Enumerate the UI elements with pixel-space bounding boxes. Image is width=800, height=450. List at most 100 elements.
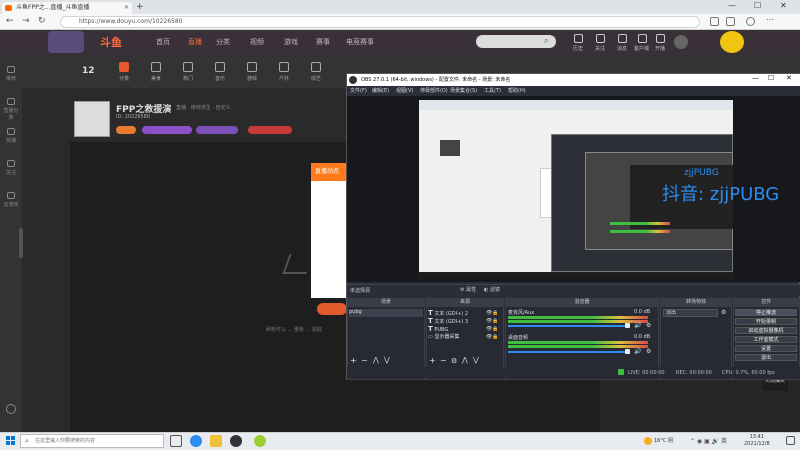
forward-icon[interactable]: → xyxy=(22,16,30,26)
app-icon[interactable] xyxy=(254,435,266,447)
back-icon[interactable]: ← xyxy=(6,16,14,26)
obs-menu-tools[interactable]: 工具(T) xyxy=(484,87,501,94)
scene-item[interactable]: pubg xyxy=(349,309,423,317)
source-down-button[interactable]: ⋁ xyxy=(473,356,479,364)
mascot-icon[interactable] xyxy=(720,31,744,53)
obs-close-button[interactable]: ✕ xyxy=(786,74,792,82)
desktop-volume-handle[interactable] xyxy=(625,349,630,354)
close-tab-icon[interactable]: ✕ xyxy=(124,2,129,14)
sidebar-item-hot[interactable]: 热播 xyxy=(2,128,20,144)
taskbar-search-input[interactable]: 在这里输入你要搜索的内容 xyxy=(20,434,164,448)
remove-source-button[interactable]: − xyxy=(440,356,447,365)
add-scene-button[interactable]: + xyxy=(350,356,357,365)
scene-down-button[interactable]: ⋁ xyxy=(384,356,390,364)
obs-menu-edit[interactable]: 编辑(E) xyxy=(372,87,389,94)
desktop-settings-icon[interactable]: ⚙ xyxy=(646,348,651,355)
nav-match[interactable]: 赛事 xyxy=(316,37,330,47)
maximize-button[interactable]: ☐ xyxy=(754,1,761,10)
sidebar-item-cloudgame[interactable]: 云游戏 xyxy=(2,192,20,208)
profile-icon[interactable] xyxy=(746,17,755,26)
nav-category[interactable]: 分类 xyxy=(216,37,230,47)
desktop-volume-slider[interactable] xyxy=(508,351,626,353)
sidebar-collapse-handle[interactable] xyxy=(19,228,23,258)
source-item-text2[interactable]: T 文本 (GDI+) 2 xyxy=(428,309,468,317)
nav-video[interactable]: 视频 xyxy=(250,37,264,47)
obs-minimize-button[interactable]: — xyxy=(752,74,759,82)
settings-button[interactable]: 设置 xyxy=(735,345,797,352)
remove-scene-button[interactable]: − xyxy=(361,356,368,365)
popup-action-button[interactable] xyxy=(317,303,347,315)
close-window-button[interactable]: ✕ xyxy=(780,1,787,10)
favorites-icon[interactable] xyxy=(710,17,719,26)
windows-start-icon[interactable] xyxy=(6,436,15,445)
streamer-avatar[interactable] xyxy=(74,101,110,137)
obs-menu-file[interactable]: 文件(F) xyxy=(350,87,367,94)
scene-up-button[interactable]: ⋀ xyxy=(373,356,379,364)
virtual-camera-button[interactable]: 启动虚拟摄像机 xyxy=(735,327,797,334)
user-avatar[interactable] xyxy=(674,35,688,49)
douyu-logo[interactable]: 斗鱼 xyxy=(100,34,122,50)
new-tab-button[interactable]: + xyxy=(136,2,144,12)
fans-badge[interactable] xyxy=(142,126,192,134)
add-source-button[interactable]: + xyxy=(429,356,436,365)
file-explorer-icon[interactable] xyxy=(210,435,222,447)
obs-menu-docks[interactable]: 停靠部件(D) xyxy=(420,87,448,94)
cat-item[interactable]: 音乐 xyxy=(208,62,232,82)
obs-maximize-button[interactable]: ☐ xyxy=(768,74,774,82)
cat-item[interactable]: 户外 xyxy=(272,62,296,82)
cat-item[interactable]: 热门 xyxy=(176,62,200,82)
nav-home[interactable]: 首页 xyxy=(156,37,170,47)
source-item-pubg[interactable]: T PUBG xyxy=(428,325,448,333)
transition-select[interactable]: 淡出 xyxy=(663,309,718,317)
taskbar-clock[interactable]: 13:41 2021/12/8 xyxy=(744,434,770,448)
minimize-button[interactable]: — xyxy=(728,1,736,10)
notification-icon[interactable] xyxy=(786,436,795,445)
mic-volume-handle[interactable] xyxy=(625,323,630,328)
mic-volume-slider[interactable] xyxy=(508,325,626,327)
studio-mode-button[interactable]: 工作室模式 xyxy=(735,336,797,343)
start-recording-button[interactable]: 开始录制 xyxy=(735,318,797,325)
cat-item[interactable]: 综艺 xyxy=(304,62,328,82)
message-icon[interactable] xyxy=(618,34,627,43)
sidebar-item-recommend[interactable]: 推荐 xyxy=(2,66,20,82)
weather-text[interactable]: 16°C 阴 xyxy=(654,437,673,444)
url-input[interactable]: https://www.douyu.com/10226580 xyxy=(60,16,700,28)
cat-item[interactable]: 美食 xyxy=(144,62,168,82)
desktop-mute-icon[interactable]: 🔊 xyxy=(634,348,641,355)
nav-esports[interactable]: 电竞赛事 xyxy=(346,37,374,47)
properties-button[interactable]: ⚙ 属性 xyxy=(460,286,476,293)
visibility-lock-icons[interactable]: 👁🔒 👁🔒 👁🔒 👁🔒 xyxy=(486,309,499,341)
source-item-text3[interactable]: T 文本 (GDI+) 3 xyxy=(428,317,468,325)
source-up-button[interactable]: ⋀ xyxy=(462,356,468,364)
cat-item[interactable]: 分类 xyxy=(112,62,136,82)
history-icon[interactable] xyxy=(574,34,583,43)
obs-menu-scene-collection[interactable]: 场景集合(S) xyxy=(450,87,477,94)
sidebar-item-category[interactable]: 直播分类 xyxy=(2,98,20,121)
client-icon[interactable] xyxy=(638,34,647,43)
refresh-icon[interactable]: ↻ xyxy=(38,16,46,26)
transition-settings-icon[interactable]: ⚙ xyxy=(721,309,726,316)
filters-button[interactable]: ◐ 滤镜 xyxy=(484,286,500,293)
source-item-display[interactable]: ▭ 显示器采集 xyxy=(428,333,459,340)
search-icon[interactable]: ⌕ xyxy=(544,36,548,46)
source-settings-icon[interactable]: ⚙ xyxy=(451,357,457,365)
task-view-icon[interactable] xyxy=(170,435,182,447)
broadcast-icon[interactable] xyxy=(656,34,665,43)
follow-button[interactable] xyxy=(248,126,292,134)
edge-icon[interactable] xyxy=(190,435,202,447)
tray-icons[interactable]: ⌃ ◉ ▣ 🔊 英 xyxy=(690,436,727,445)
event-banner-icon[interactable] xyxy=(48,31,84,53)
nav-game[interactable]: 游戏 xyxy=(284,37,298,47)
gift-badge[interactable] xyxy=(196,126,238,134)
more-icon[interactable]: ⋯ xyxy=(766,15,775,24)
exit-button[interactable]: 退出 xyxy=(735,354,797,361)
collections-icon[interactable] xyxy=(726,17,735,26)
nav-live[interactable]: 直播 xyxy=(188,37,202,47)
obs-menu-help[interactable]: 帮助(H) xyxy=(508,87,526,94)
mic-mute-icon[interactable]: 🔊 xyxy=(634,322,641,329)
cat-item[interactable]: 游戏 xyxy=(240,62,264,82)
follow-icon[interactable] xyxy=(596,34,605,43)
stop-streaming-button[interactable]: 停止推流 xyxy=(735,309,797,316)
mic-settings-icon[interactable]: ⚙ xyxy=(646,322,651,329)
sidebar-item-follow[interactable]: 关注 xyxy=(2,160,20,176)
